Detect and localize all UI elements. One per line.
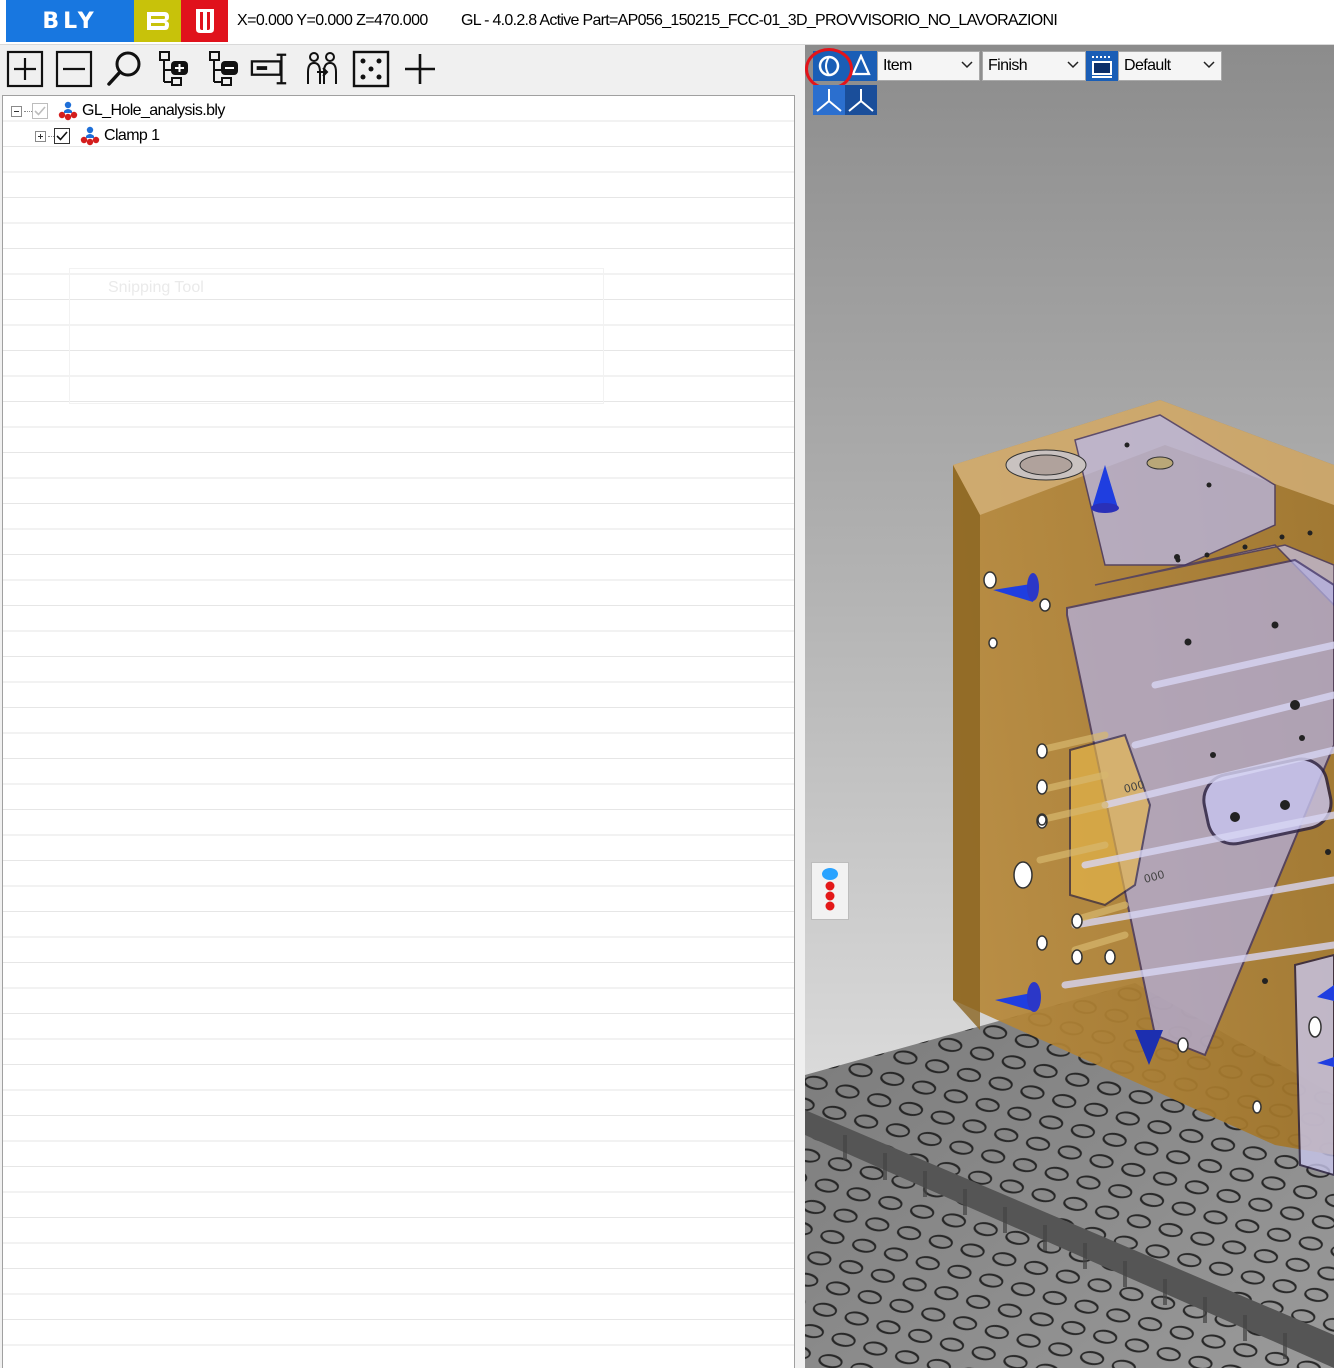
axis-view-button-2[interactable] [845,85,877,115]
layer-indicator-widget[interactable] [811,862,849,920]
dotted-frame-icon [352,50,390,88]
panel-splitter[interactable] [796,45,805,1368]
finish-select[interactable]: Finish [982,51,1086,81]
dots-stack-icon [822,868,838,911]
cone-icon [851,54,871,76]
plus-box-icon [6,50,44,88]
tree-node-root[interactable]: GL_Hole_analysis.bly [11,99,225,123]
title-bar: BLY X=0.000 Y=0.000 Z=470.000 GL - 4.0.2… [0,0,1334,45]
chevron-down-icon [1067,61,1079,69]
search-button[interactable] [104,50,144,88]
collapse-all-button[interactable] [54,50,94,88]
assembly-icon [58,101,78,121]
clamp-checkbox[interactable] [54,128,70,144]
transparency-icon [818,55,840,77]
bly-logo: BLY [6,0,134,42]
surface-style-icon [1092,56,1112,78]
bly-logo-text: BLY [42,8,98,34]
tree-toolbar [0,45,805,93]
coordinates-readout: X=0.000 Y=0.000 Z=470.000 [237,12,428,29]
add-button[interactable] [400,50,440,88]
u-logo-icon[interactable] [181,0,228,42]
assembly-icon [80,126,100,146]
chevron-down-icon [961,61,973,69]
ghost-snipping-overlay: Snipping Tool [69,268,604,404]
axis-icon [848,89,874,112]
root-node-label: GL_Hole_analysis.bly [82,102,225,119]
minus-box-icon [55,50,93,88]
part-side-face [953,465,980,1030]
root-checkbox[interactable] [32,103,48,119]
ghost-overlay-text: Snipping Tool [108,279,204,296]
axis-icon [816,89,842,112]
3d-viewport[interactable]: 000 000 Item Finish Default [805,45,1334,1368]
tree-node-clamp[interactable]: Clamp 1 [35,124,160,148]
plus-icon [405,54,435,84]
clamp-node-label: Clamp 1 [104,127,160,144]
transparency-toggle-button[interactable] [813,51,845,81]
b-logo-icon[interactable] [134,0,181,42]
assembly-tree[interactable]: GL_Hole_analysis.bly Clamp 1 Snipping To… [2,95,795,1368]
people-icon [307,52,337,84]
finish-select-value: Finish [988,57,1028,74]
tree-remove-button[interactable] [203,50,243,88]
axis-view-button-1[interactable] [813,85,845,115]
expand-toggle[interactable] [35,130,46,142]
style-button[interactable] [1086,51,1118,81]
collapse-toggle[interactable] [11,105,22,117]
chevron-down-icon [1203,61,1215,69]
tree-minus-icon [209,51,238,86]
select-frame-button[interactable] [351,50,391,88]
item-select[interactable]: Item [877,51,980,81]
rename-button[interactable] [250,50,290,88]
rename-cursor-icon [250,53,287,85]
cone-view-button[interactable] [845,51,877,81]
tree-plus-icon [159,51,188,86]
search-icon [107,51,141,86]
3d-model-scene[interactable]: 000 000 [805,45,1334,1368]
expand-all-button[interactable] [5,50,45,88]
people-button[interactable] [302,50,342,88]
style-select[interactable]: Default [1118,51,1222,81]
style-select-value: Default [1124,57,1171,74]
tree-add-button[interactable] [153,50,193,88]
version-info: GL - 4.0.2.8 Active Part=AP056_150215_FC… [461,12,1058,29]
item-select-value: Item [883,57,912,74]
